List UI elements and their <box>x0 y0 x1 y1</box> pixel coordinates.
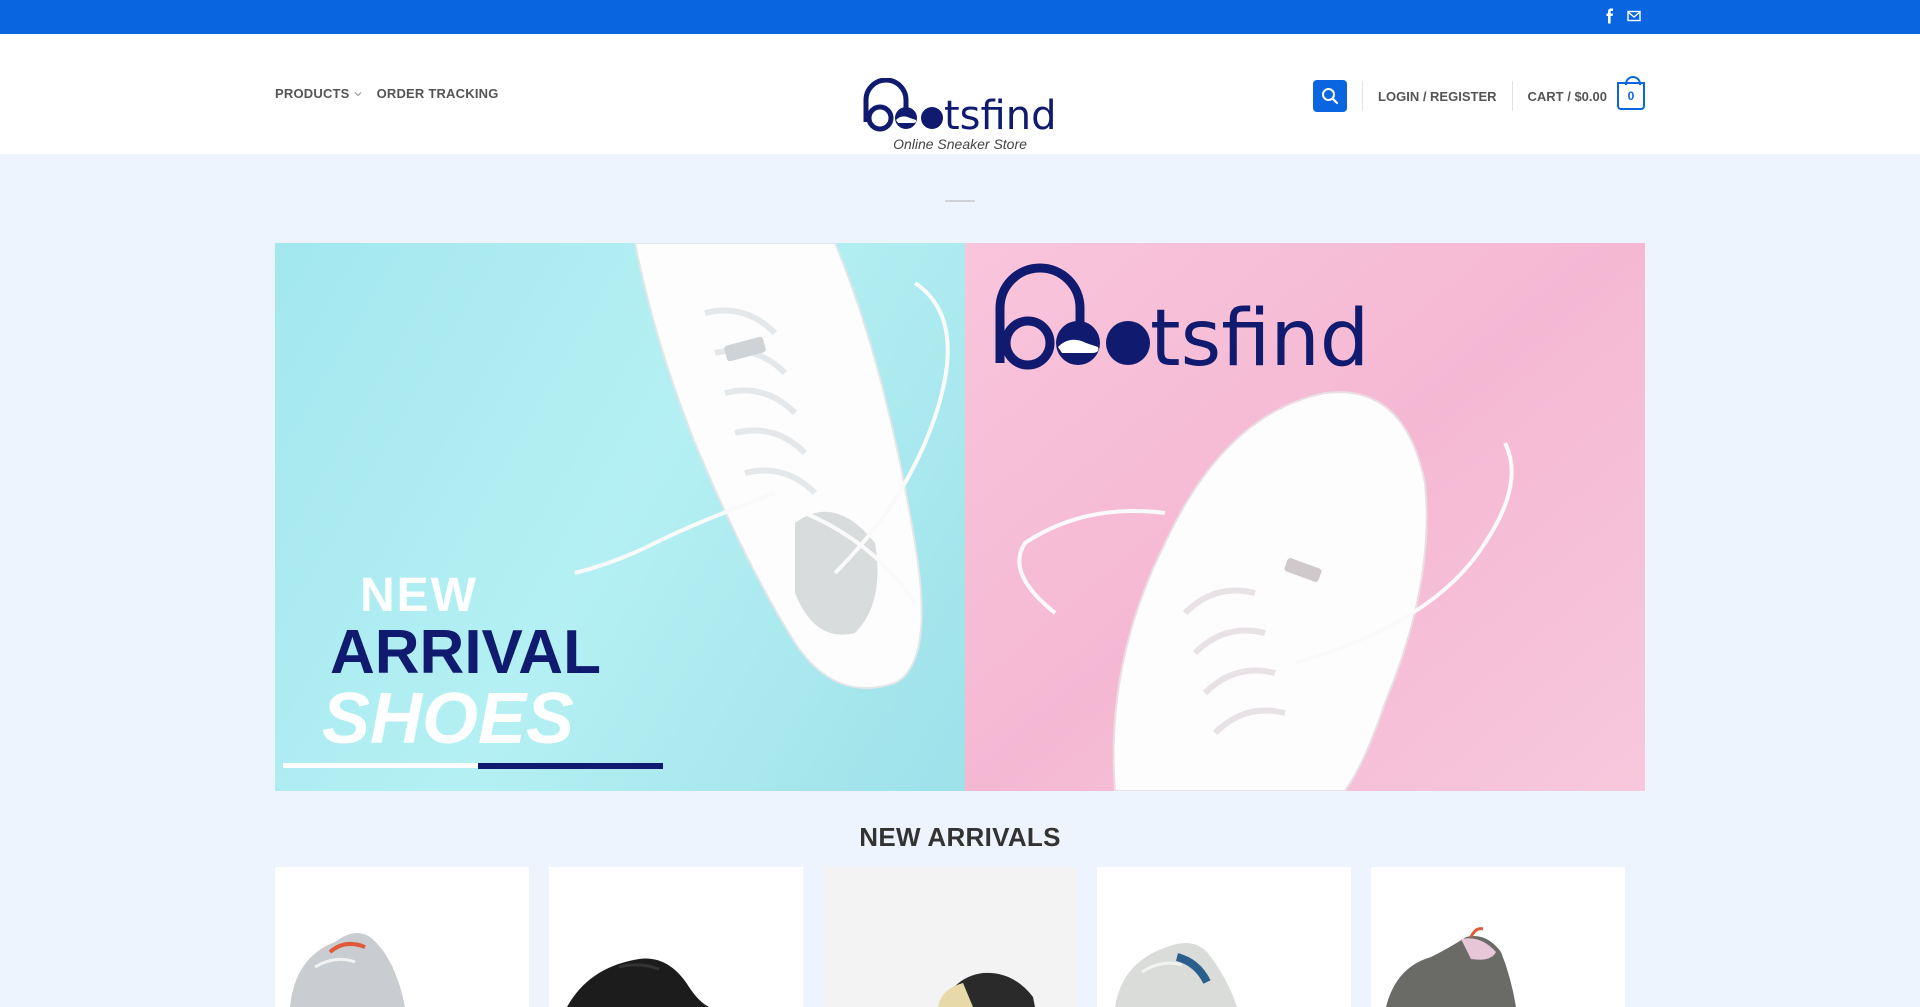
section-title: NEW ARRIVALS <box>859 822 1061 852</box>
banner-line-new: NEW <box>360 569 478 622</box>
product-image <box>938 972 1035 1007</box>
banner-logo: tsfind <box>990 263 1370 384</box>
product-card[interactable] <box>549 867 803 1007</box>
banner-left-panel: NEW ARRIVAL SHOES <box>275 243 965 791</box>
site-header: PRODUCTS ORDER TRACKING tsfind Online Sn… <box>0 34 1920 154</box>
product-image <box>1115 943 1237 1007</box>
nav-item-order-tracking[interactable]: ORDER TRACKING <box>377 86 499 101</box>
main-nav: PRODUCTS ORDER TRACKING <box>275 86 499 101</box>
social-links <box>1603 8 1641 24</box>
product-grid <box>275 867 1625 1007</box>
site-logo[interactable]: tsfind Online Sneaker Store <box>860 78 1060 168</box>
cart-count-badge: 0 <box>1617 76 1645 110</box>
svg-text:tsfind: tsfind <box>944 93 1056 134</box>
product-card[interactable] <box>275 867 529 1007</box>
bootsfind-logo-icon: tsfind <box>863 78 1056 134</box>
envelope-icon[interactable] <box>1627 8 1641 24</box>
banner-line-shoes: SHOES <box>322 679 575 759</box>
banner-logo-text: tsfind <box>1150 294 1369 373</box>
header-actions: LOGIN / REGISTER CART / $0.00 0 <box>1313 76 1645 113</box>
banner-line-arrival: ARRIVAL <box>330 618 601 687</box>
cart-label: CART / $0.00 <box>1527 88 1607 104</box>
login-register-link[interactable]: LOGIN / REGISTER <box>1378 89 1496 104</box>
search-button[interactable] <box>1313 80 1348 112</box>
bootsfind-logo-icon: tsfind <box>995 263 1369 384</box>
section-divider <box>945 200 975 202</box>
product-card[interactable] <box>1371 867 1625 1007</box>
banner-headline: NEW ARRIVAL SHOES <box>322 568 601 755</box>
product-card[interactable] <box>1097 867 1351 1007</box>
nav-item-order-tracking-label: ORDER TRACKING <box>376 86 499 101</box>
top-bar <box>0 0 1920 34</box>
banner-underline <box>283 763 663 769</box>
nav-item-products[interactable]: PRODUCTS <box>275 86 363 101</box>
chevron-down-icon <box>354 91 361 96</box>
cart-link[interactable]: CART / $0.00 0 <box>1527 76 1645 110</box>
hero-banner[interactable]: NEW ARRIVAL SHOES tsfind <box>275 243 1645 791</box>
facebook-icon[interactable] <box>1603 8 1617 24</box>
header-divider <box>1511 81 1513 111</box>
nav-item-products-label: PRODUCTS <box>275 86 350 101</box>
product-image <box>1386 927 1516 1007</box>
product-card[interactable] <box>823 867 1077 1007</box>
header-divider <box>1362 81 1364 111</box>
search-icon <box>1322 88 1339 105</box>
product-image <box>567 958 709 1007</box>
product-image <box>290 933 405 1007</box>
site-tagline: Online Sneaker Store <box>893 136 1027 152</box>
